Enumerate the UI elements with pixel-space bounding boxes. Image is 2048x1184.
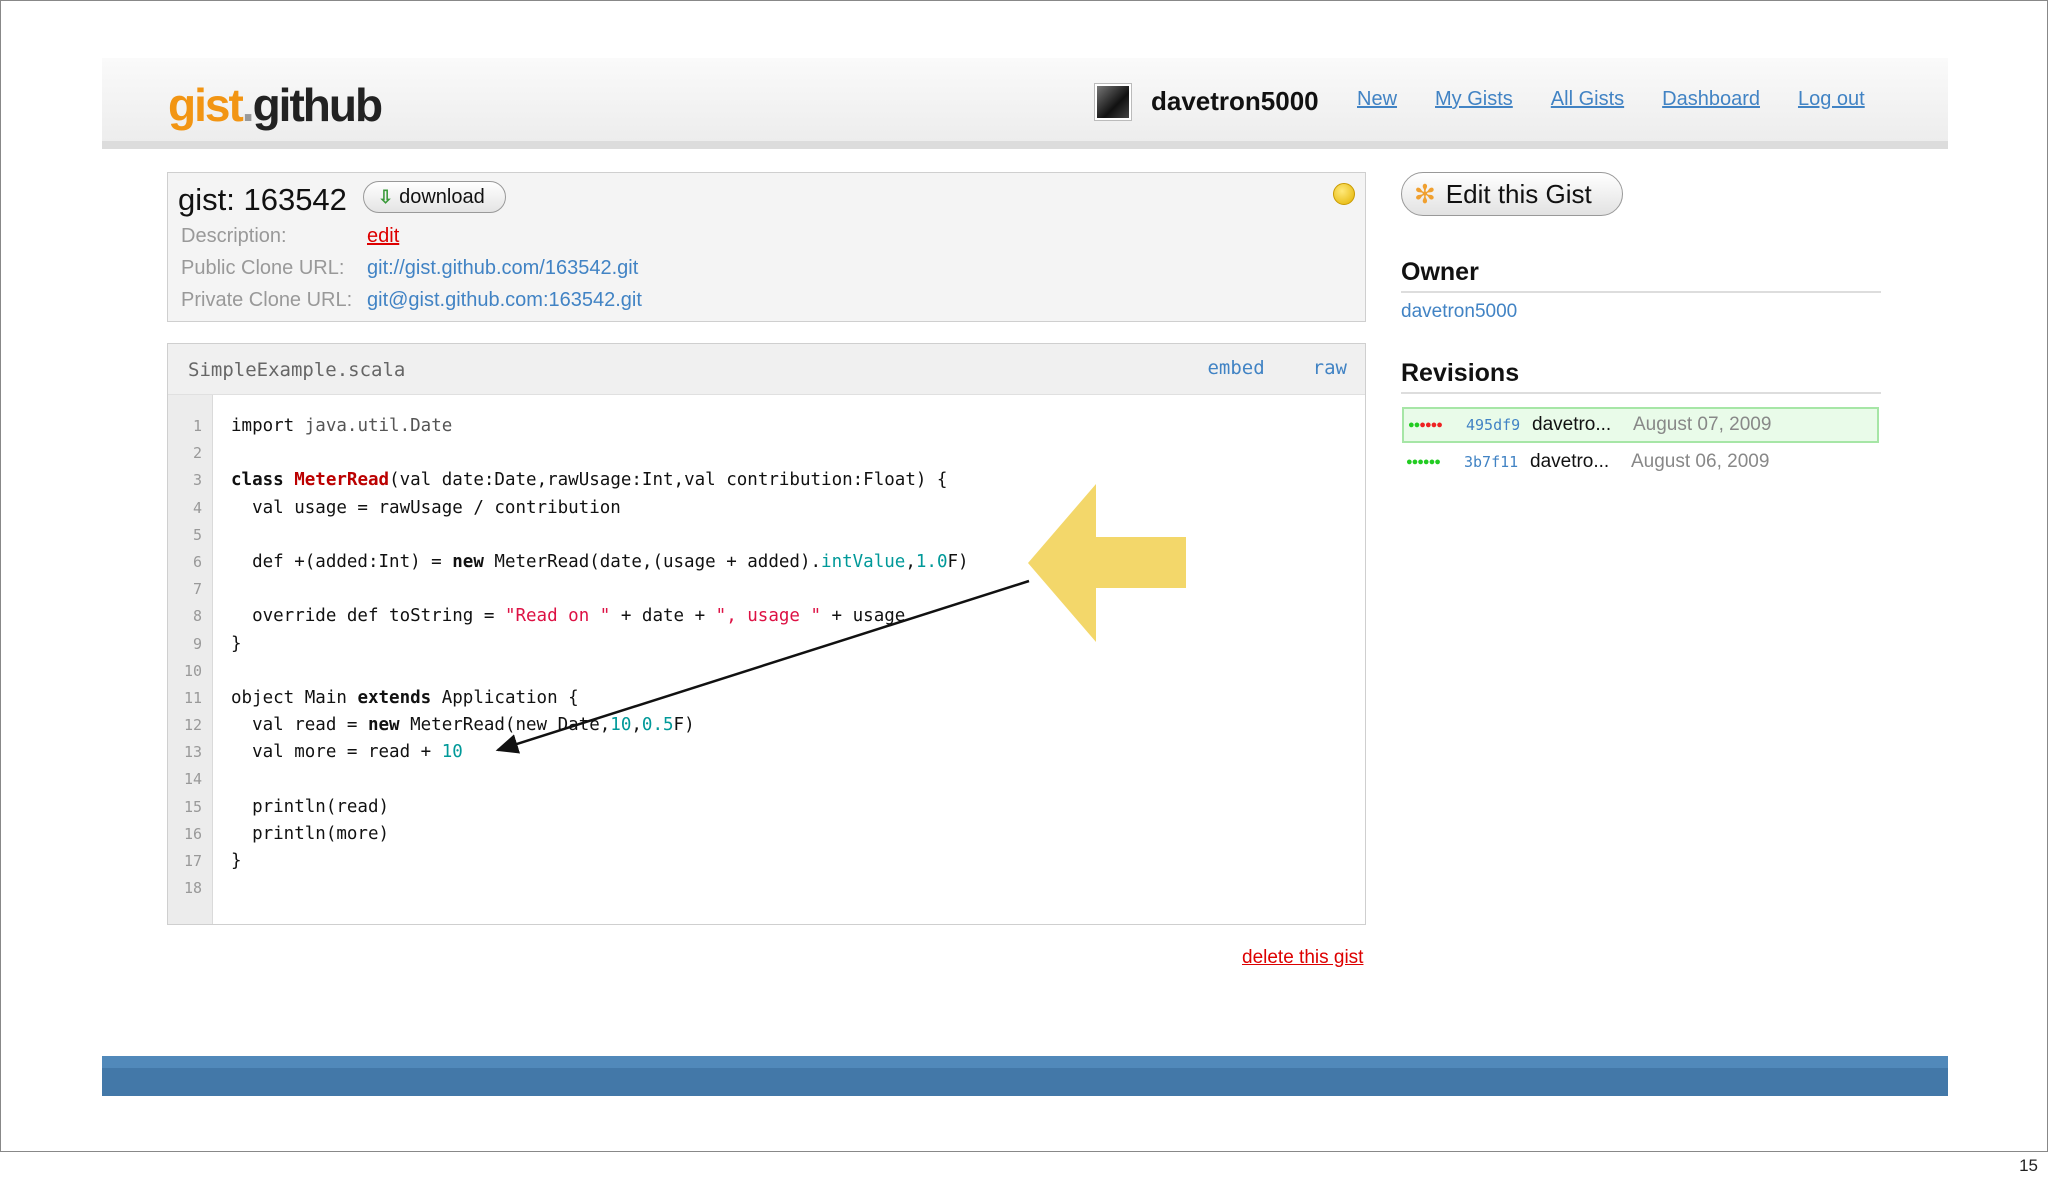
site-header: gist.github davetron5000 New My Gists Al… bbox=[102, 58, 1948, 149]
code-line: 17} bbox=[183, 851, 242, 871]
code-line: 16 println(more) bbox=[183, 823, 390, 844]
description-edit-link[interactable]: edit bbox=[367, 225, 399, 247]
code-line: 13 val more = read + 10 bbox=[183, 742, 463, 763]
code-line: 18 bbox=[183, 879, 202, 898]
revision-row[interactable]: ●●●●●● 495df9 davetro... August 07, 2009 bbox=[1402, 407, 1879, 443]
description-label: Description: bbox=[181, 225, 287, 247]
code-header: SimpleExample.scala embed raw bbox=[168, 344, 1365, 395]
private-clone-label: Private Clone URL: bbox=[181, 289, 353, 311]
code-line: 5 bbox=[192, 525, 202, 544]
code-line: 15 println(read) bbox=[183, 796, 390, 817]
raw-link[interactable]: raw bbox=[1313, 357, 1347, 379]
revision-sha[interactable]: 495df9 bbox=[1466, 416, 1532, 434]
code-line: 2 bbox=[192, 444, 202, 463]
code-line: 9} bbox=[192, 633, 242, 654]
edit-gist-button[interactable]: ✻ Edit this Gist bbox=[1401, 172, 1623, 216]
gist-meta-box: gist: 163542 ⇩ download Description: edit… bbox=[167, 172, 1366, 322]
private-clone-url[interactable]: git@gist.github.com:163542.git bbox=[367, 289, 642, 311]
nav-dashboard-link[interactable]: Dashboard bbox=[1662, 88, 1760, 111]
diff-dots-icon: ●●●●●● bbox=[1408, 419, 1443, 431]
revision-author: davetro... bbox=[1532, 414, 1612, 435]
public-clone-url[interactable]: git://gist.github.com/163542.git bbox=[367, 257, 638, 279]
code-line: 4 val usage = rawUsage / contribution bbox=[192, 497, 621, 518]
slide: gist.github davetron5000 New My Gists Al… bbox=[0, 0, 2048, 1152]
code-line: 14 bbox=[183, 770, 202, 789]
code-line: 8 override def toString = "Read on " + d… bbox=[192, 606, 906, 627]
edit-gist-label: Edit this Gist bbox=[1445, 178, 1592, 209]
code-line: 1 import java.util.Date bbox=[192, 416, 453, 436]
code-line: 7 bbox=[192, 580, 202, 599]
code-line: 6 def +(added:Int) = new MeterRead(date,… bbox=[192, 551, 969, 572]
private-clone-row: Private Clone URL: git@gist.github.com:16… bbox=[181, 289, 642, 312]
owner-link[interactable]: davetron5000 bbox=[1401, 301, 1517, 323]
revision-row[interactable]: ●●●●●● 3b7f11 davetro... August 06, 2009 bbox=[1402, 444, 1879, 480]
owner-heading: Owner bbox=[1401, 258, 1881, 293]
code-line: 10 bbox=[183, 661, 202, 680]
public-clone-label: Public Clone URL: bbox=[181, 257, 345, 279]
nav-logout-link[interactable]: Log out bbox=[1798, 88, 1865, 111]
gist-github-logo[interactable]: gist.github bbox=[168, 78, 383, 132]
footer-bar bbox=[102, 1056, 1948, 1096]
smiley-icon bbox=[1333, 183, 1355, 205]
filename: SimpleExample.scala bbox=[188, 359, 406, 381]
revision-author: davetro... bbox=[1530, 451, 1610, 472]
code-lines: 1 import java.util.Date 2 3 class MeterRea… bbox=[168, 413, 1365, 902]
nav-all-gists-link[interactable]: All Gists bbox=[1551, 88, 1624, 111]
revisions-heading: Revisions bbox=[1401, 359, 1881, 394]
gist-title: gist: 163542 bbox=[178, 182, 347, 217]
code-line: 11 object Main extends Application { bbox=[183, 687, 579, 708]
nav-my-gists-link[interactable]: My Gists bbox=[1435, 88, 1513, 111]
revision-sha[interactable]: 3b7f11 bbox=[1464, 453, 1530, 471]
download-label: download bbox=[399, 186, 485, 208]
code-line: 12 val read = new MeterRead(new Date,10,… bbox=[183, 715, 695, 736]
diff-dots-icon: ●●●●●● bbox=[1406, 456, 1441, 468]
asterisk-icon: ✻ bbox=[1414, 178, 1436, 209]
revision-date: August 06, 2009 bbox=[1631, 451, 1770, 472]
code-box: SimpleExample.scala embed raw 1 import ja… bbox=[167, 343, 1366, 925]
download-button[interactable]: ⇩ download bbox=[363, 181, 506, 213]
top-nav: New My Gists All Gists Dashboard Log out bbox=[1357, 88, 1865, 111]
public-clone-row: Public Clone URL: git://gist.github.com/1… bbox=[181, 257, 638, 280]
nav-new-link[interactable]: New bbox=[1357, 88, 1397, 111]
username[interactable]: davetron5000 bbox=[1151, 86, 1319, 117]
page-number: 15 bbox=[2019, 1156, 2038, 1175]
embed-link[interactable]: embed bbox=[1207, 357, 1264, 379]
delete-gist-link[interactable]: delete this gist bbox=[1242, 947, 1363, 969]
description-row: Description: edit bbox=[181, 225, 399, 248]
download-arrow-icon: ⇩ bbox=[378, 187, 394, 207]
avatar[interactable] bbox=[1095, 84, 1131, 120]
code-line: 3 class MeterRead(val date:Date,rawUsage:… bbox=[192, 470, 948, 491]
revision-date: August 07, 2009 bbox=[1633, 414, 1772, 435]
